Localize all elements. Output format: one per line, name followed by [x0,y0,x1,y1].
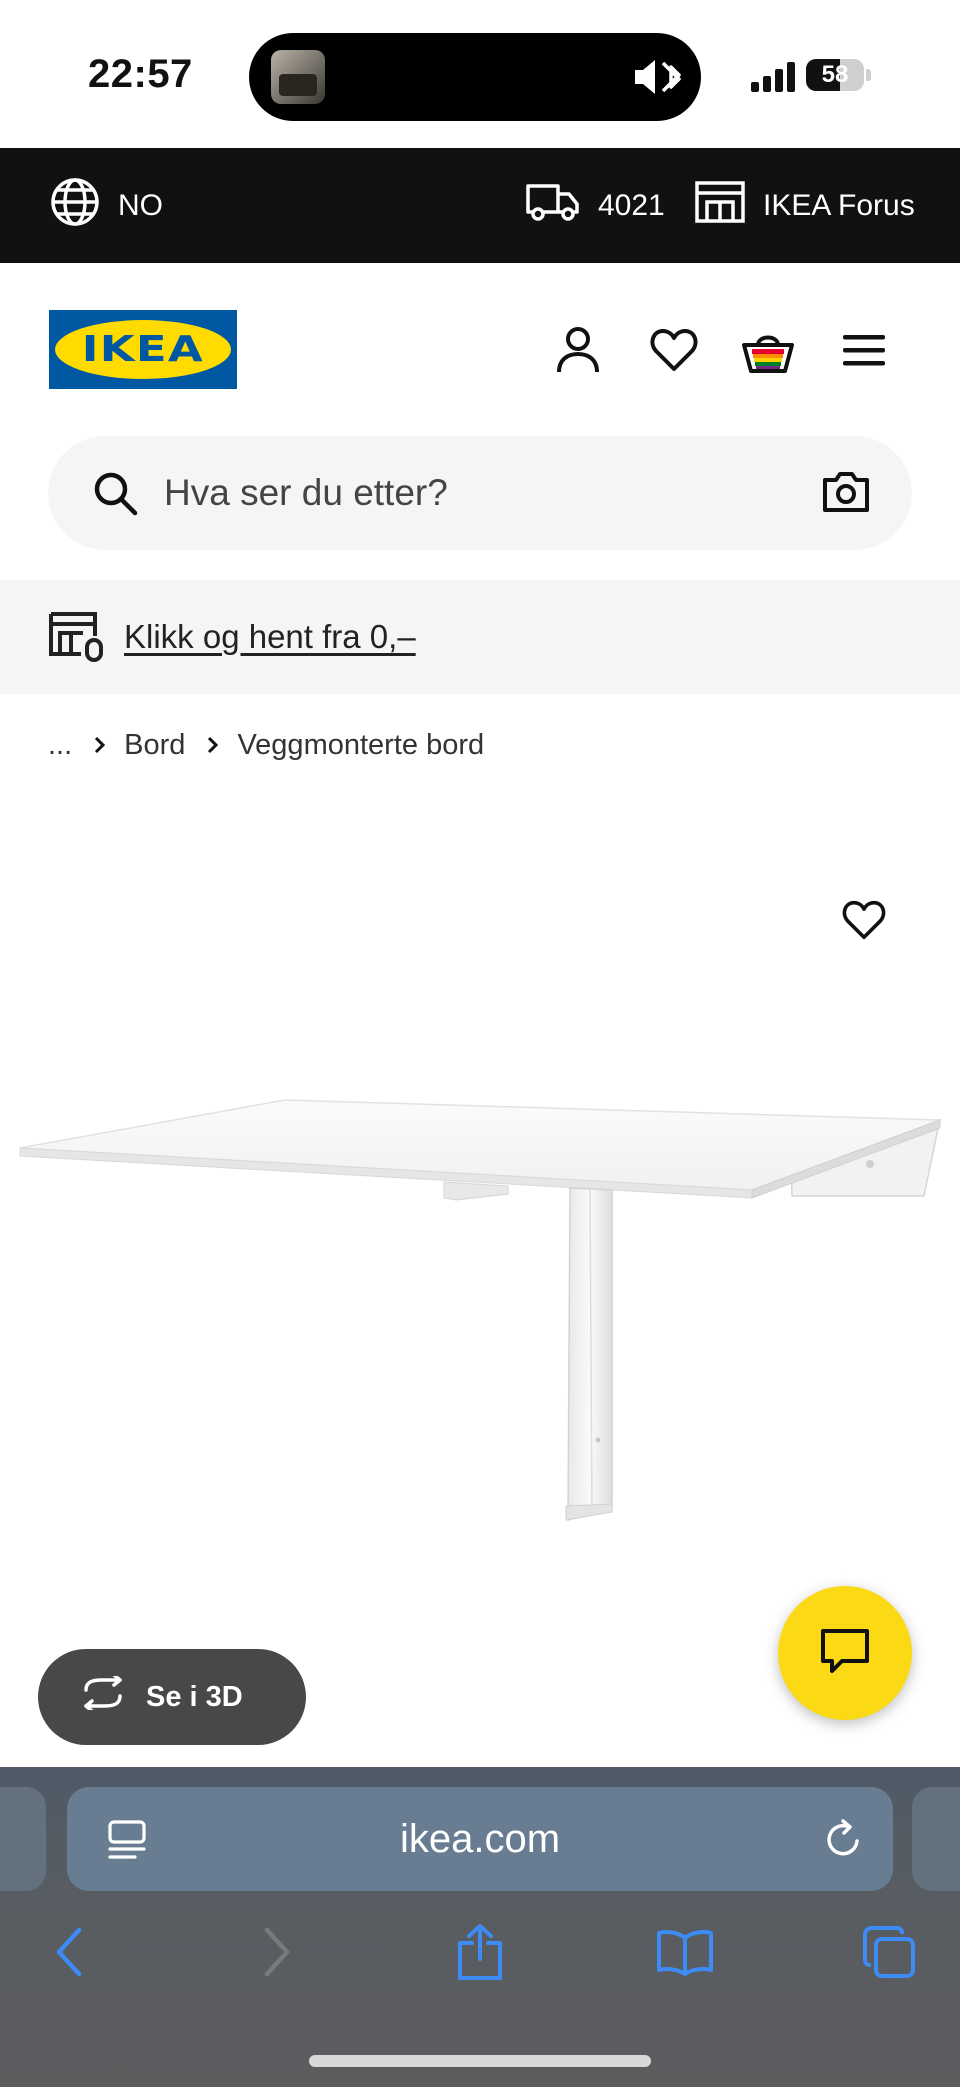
logo-oval: IKEA [55,320,231,379]
see-in-3d-button[interactable]: Se i 3D [38,1649,306,1745]
top-utility-bar: NO 4021 IKEA Forus [0,148,960,263]
menu-icon[interactable] [836,322,892,378]
search-bar[interactable]: Hva ser du etter? [48,436,912,550]
bookmarks-icon[interactable] [650,1917,720,1987]
delivery-truck-icon [526,182,580,230]
logo-text: IKEA [81,329,205,370]
back-icon[interactable] [34,1917,104,1987]
silent-mode-icon [633,55,681,104]
wishlist-icon[interactable] [646,322,702,378]
camera-icon[interactable] [822,470,870,519]
battery-percentage: 58 [821,61,849,88]
postal-code-label: 4021 [598,188,665,222]
browser-toolbar: ikea.com [0,1767,960,2087]
address-bar[interactable]: ikea.com [67,1787,893,1891]
dynamic-island[interactable] [249,33,701,121]
basket-icon[interactable] [740,322,796,378]
battery-icon: 58 [806,59,864,91]
chat-button[interactable] [778,1586,912,1720]
language-selector[interactable]: NO [50,148,163,263]
store-selector[interactable]: IKEA Forus [695,148,915,263]
breadcrumb-ellipsis[interactable]: ... [48,729,72,762]
store-label: IKEA Forus [763,188,915,222]
click-collect-link[interactable]: Klikk og hent fra 0,– [124,580,416,694]
see-in-3d-label: Se i 3D [146,1680,243,1713]
status-bar: 22:57 58 [0,0,960,148]
breadcrumb: ... Bord Veggmonterte bord [48,723,484,767]
search-input[interactable]: Hva ser du etter? [164,436,448,550]
now-playing-thumbnail [271,50,325,104]
home-indicator[interactable] [309,2055,651,2067]
search-icon [92,470,138,521]
rotate-3d-icon [78,1673,128,1718]
share-icon[interactable] [445,1917,515,1987]
click-collect-banner[interactable]: Klikk og hent fra 0,– [0,580,960,694]
click-collect-store-icon [49,612,105,667]
globe-icon [50,177,100,235]
breadcrumb-bord[interactable]: Bord [124,729,185,762]
delivery-postal-code[interactable]: 4021 [526,148,665,263]
store-icon [695,180,745,231]
product-image[interactable] [0,1060,960,1530]
product-favorite-button[interactable] [836,892,892,948]
url-text: ikea.com [399,1817,561,1861]
previous-tab-preview[interactable] [0,1787,46,1891]
language-label: NO [118,188,163,222]
forward-icon[interactable] [242,1917,312,1987]
chat-icon [820,1627,870,1680]
breadcrumb-veggmonterte-bord[interactable]: Veggmonterte bord [237,729,484,762]
cellular-signal-icon [751,62,797,97]
account-icon[interactable] [550,322,606,378]
tabs-icon[interactable] [854,1917,924,1987]
ikea-logo[interactable]: IKEA [49,310,237,389]
next-tab-preview[interactable] [912,1787,960,1891]
status-time: 22:57 [88,52,193,96]
battery-cap [866,69,871,81]
chevron-right-icon [94,736,106,754]
reload-icon[interactable] [823,1817,865,1866]
chevron-right-icon [207,736,219,754]
